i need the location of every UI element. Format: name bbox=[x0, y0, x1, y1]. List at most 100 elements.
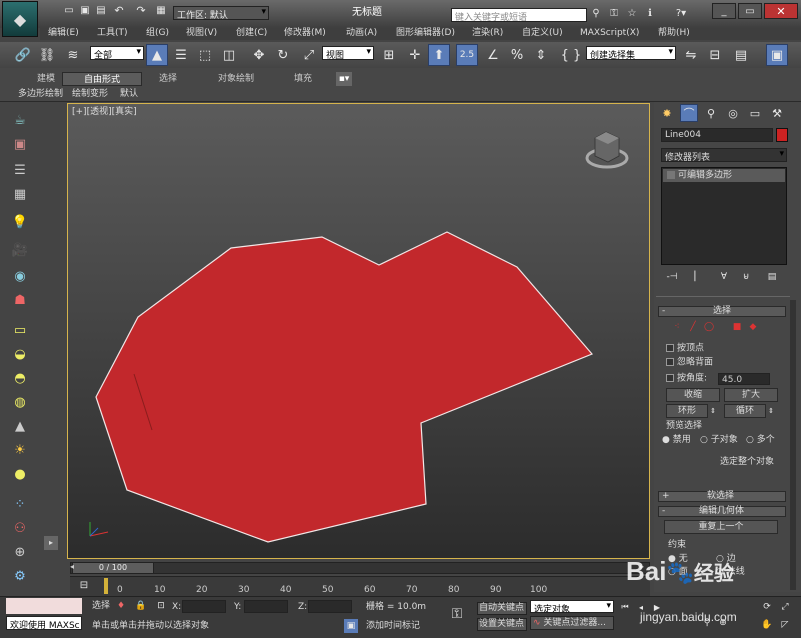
repeat-last-button[interactable]: 重复上一个 bbox=[664, 520, 778, 534]
time-slider-handle[interactable]: 0 / 100 bbox=[72, 562, 154, 574]
sphere-small-icon[interactable]: ● bbox=[10, 464, 30, 484]
utilities-tab-icon[interactable]: ⚒ bbox=[768, 104, 786, 122]
menu-create[interactable]: 创建(C) bbox=[236, 29, 267, 38]
select-object-icon[interactable]: ▲ bbox=[146, 44, 168, 66]
ribbon-tab-freeform[interactable]: 自由形式 bbox=[62, 72, 142, 86]
modify-tab-icon[interactable]: ⌒ bbox=[680, 104, 698, 122]
workspace-dropdown[interactable]: 工作区: 默认 bbox=[173, 6, 269, 20]
ring-button[interactable]: 环形 bbox=[666, 404, 708, 418]
nodes-icon[interactable]: ⚇ bbox=[10, 518, 30, 538]
star-icon[interactable]: ☆ bbox=[624, 5, 640, 21]
loop-spinner-icon[interactable]: ⇕ bbox=[766, 404, 776, 418]
select-manipulate-icon[interactable]: ✛ bbox=[404, 44, 426, 66]
object-name-field[interactable]: Line004 bbox=[661, 128, 773, 142]
reference-coord-dropdown[interactable]: 视图 bbox=[322, 46, 374, 60]
make-unique-icon[interactable]: ∀ bbox=[716, 270, 732, 284]
ribbon-options-icon[interactable]: ▪▾ bbox=[336, 72, 352, 86]
window-crossing-icon[interactable]: ◫ bbox=[218, 44, 240, 66]
render-setup-icon[interactable]: ▣ bbox=[766, 44, 788, 66]
soft-selection-rollout-header[interactable]: + 软选择 bbox=[658, 491, 786, 502]
select-by-name-icon[interactable]: ☰ bbox=[170, 44, 192, 66]
open-file-icon[interactable]: ▣ bbox=[78, 3, 92, 17]
app-logo[interactable]: ◆ bbox=[2, 1, 38, 37]
motion-tab-icon[interactable]: ◎ bbox=[724, 104, 742, 122]
menu-tools[interactable]: 工具(T) bbox=[97, 29, 128, 38]
menu-rendering[interactable]: 渲染(R) bbox=[472, 29, 503, 38]
rect-selection-icon[interactable]: ⬚ bbox=[194, 44, 216, 66]
scene-explorer-icon[interactable]: ▣ bbox=[10, 134, 30, 154]
box-icon[interactable]: ▭ bbox=[10, 320, 30, 340]
globe-icon[interactable]: ◉ bbox=[10, 266, 30, 286]
grow-button[interactable]: 扩大 bbox=[724, 388, 778, 402]
pivot-center-icon[interactable]: ⊞ bbox=[378, 44, 400, 66]
by-angle-checkbox[interactable]: 按角度: bbox=[666, 374, 707, 384]
field-of-view-icon[interactable]: ◸ bbox=[778, 618, 792, 632]
light-icon[interactable]: 💡 bbox=[10, 212, 30, 232]
keyboard-shortcut-icon[interactable]: ⬆ bbox=[428, 44, 450, 66]
key-object-dropdown[interactable]: 选定对象 bbox=[530, 600, 614, 613]
menu-view[interactable]: 视图(V) bbox=[186, 29, 217, 38]
network-icon[interactable]: ⊕ bbox=[10, 542, 30, 562]
absolute-mode-icon[interactable]: ⊡ bbox=[154, 599, 168, 613]
bind-space-warp-icon[interactable]: ≋ bbox=[62, 44, 84, 66]
edit-named-sets-icon[interactable]: { } bbox=[560, 44, 582, 66]
snap-toggle-icon[interactable]: 2.5 bbox=[456, 44, 478, 66]
menu-animation[interactable]: 动画(A) bbox=[346, 29, 377, 38]
menu-graph-editors[interactable]: 图形编辑器(D) bbox=[396, 29, 455, 38]
stack-item-editable-poly[interactable]: 可编辑多边形 bbox=[663, 169, 785, 182]
percent-snap-icon[interactable]: % bbox=[506, 44, 528, 66]
isolate-icon[interactable]: ♦ bbox=[114, 599, 128, 613]
settings-icon[interactable]: ⚙ bbox=[10, 566, 30, 586]
unlink-icon[interactable]: ⛓ bbox=[36, 44, 58, 66]
undo-icon[interactable]: ↶ bbox=[112, 3, 126, 17]
preview-disabled-radio[interactable]: ● 禁用 bbox=[662, 436, 691, 445]
viewport[interactable]: [+][透视][真实] bbox=[67, 103, 650, 559]
cone-icon[interactable]: ▲ bbox=[10, 416, 30, 436]
ribbon-sub-poly-draw[interactable]: 多边形绘制 bbox=[18, 90, 63, 99]
object-color-swatch[interactable] bbox=[776, 128, 788, 142]
hierarchy-tab-icon[interactable]: ⚲ bbox=[702, 104, 720, 122]
create-tab-icon[interactable]: ✸ bbox=[658, 104, 676, 122]
layer-manager-icon[interactable]: ▤ bbox=[730, 44, 752, 66]
edge-subobj-icon[interactable]: ╱ bbox=[686, 320, 700, 334]
ring-spinner-icon[interactable]: ⇕ bbox=[708, 404, 718, 418]
show-end-result-icon[interactable]: ▏ bbox=[690, 270, 706, 284]
named-selection-dropdown[interactable]: 创建选择集 bbox=[586, 46, 676, 60]
geosphere-icon[interactable]: ◍ bbox=[10, 392, 30, 412]
spinner-snap-icon[interactable]: ⇕ bbox=[530, 44, 552, 66]
torus-icon[interactable]: ◓ bbox=[10, 368, 30, 388]
menu-maxscript[interactable]: MAXScript(X) bbox=[580, 29, 639, 38]
pan-icon[interactable]: ✋ bbox=[760, 618, 774, 632]
vertex-subobj-icon[interactable]: ⁖ bbox=[670, 320, 684, 334]
poly-shape-view[interactable] bbox=[68, 104, 650, 559]
configure-sets-icon[interactable]: ▤ bbox=[764, 270, 780, 284]
menu-help[interactable]: 帮助(H) bbox=[658, 29, 690, 38]
save-icon[interactable]: ▤ bbox=[94, 3, 108, 17]
minimize-button[interactable]: _ bbox=[712, 3, 736, 19]
menu-edit[interactable]: 编辑(E) bbox=[48, 29, 79, 38]
grid-icon[interactable]: ▦ bbox=[10, 184, 30, 204]
set-key-icon[interactable]: ⚿ bbox=[444, 604, 470, 624]
z-coord-field[interactable] bbox=[308, 600, 352, 613]
sphere-icon[interactable]: ◒ bbox=[10, 344, 30, 364]
new-file-icon[interactable]: ▭ bbox=[62, 3, 76, 17]
expand-icon[interactable] bbox=[667, 171, 675, 179]
remove-modifier-icon[interactable]: ⊌ bbox=[738, 270, 754, 284]
by-vertex-checkbox[interactable]: 按顶点 bbox=[666, 344, 704, 354]
particle-icon[interactable]: ⁘ bbox=[10, 494, 30, 514]
help-icon[interactable]: ?▾ bbox=[670, 5, 692, 21]
menu-group[interactable]: 组(G) bbox=[146, 29, 169, 38]
camera-icon[interactable]: 🎥 bbox=[10, 240, 30, 260]
teapot-icon[interactable]: ☕ bbox=[10, 110, 30, 130]
menu-modifiers[interactable]: 修改器(M) bbox=[284, 29, 326, 38]
ribbon-tab-populate[interactable]: 填充 bbox=[286, 72, 320, 86]
ribbon-tab-selection[interactable]: 选择 bbox=[146, 72, 190, 86]
ribbon-sub-default[interactable]: 默认 bbox=[120, 90, 138, 99]
lock-icon[interactable]: 🔒 bbox=[134, 599, 148, 613]
loop-button[interactable]: 循环 bbox=[724, 404, 766, 418]
mini-curve-editor-icon[interactable]: ⊟ bbox=[76, 576, 92, 594]
key-filters-button[interactable]: ∿ 关键点过滤器... bbox=[530, 616, 614, 630]
time-slider[interactable] bbox=[70, 562, 650, 574]
angle-snap-icon[interactable]: ∠ bbox=[482, 44, 504, 66]
preview-multi-radio[interactable]: ○ 多个 bbox=[746, 436, 775, 445]
